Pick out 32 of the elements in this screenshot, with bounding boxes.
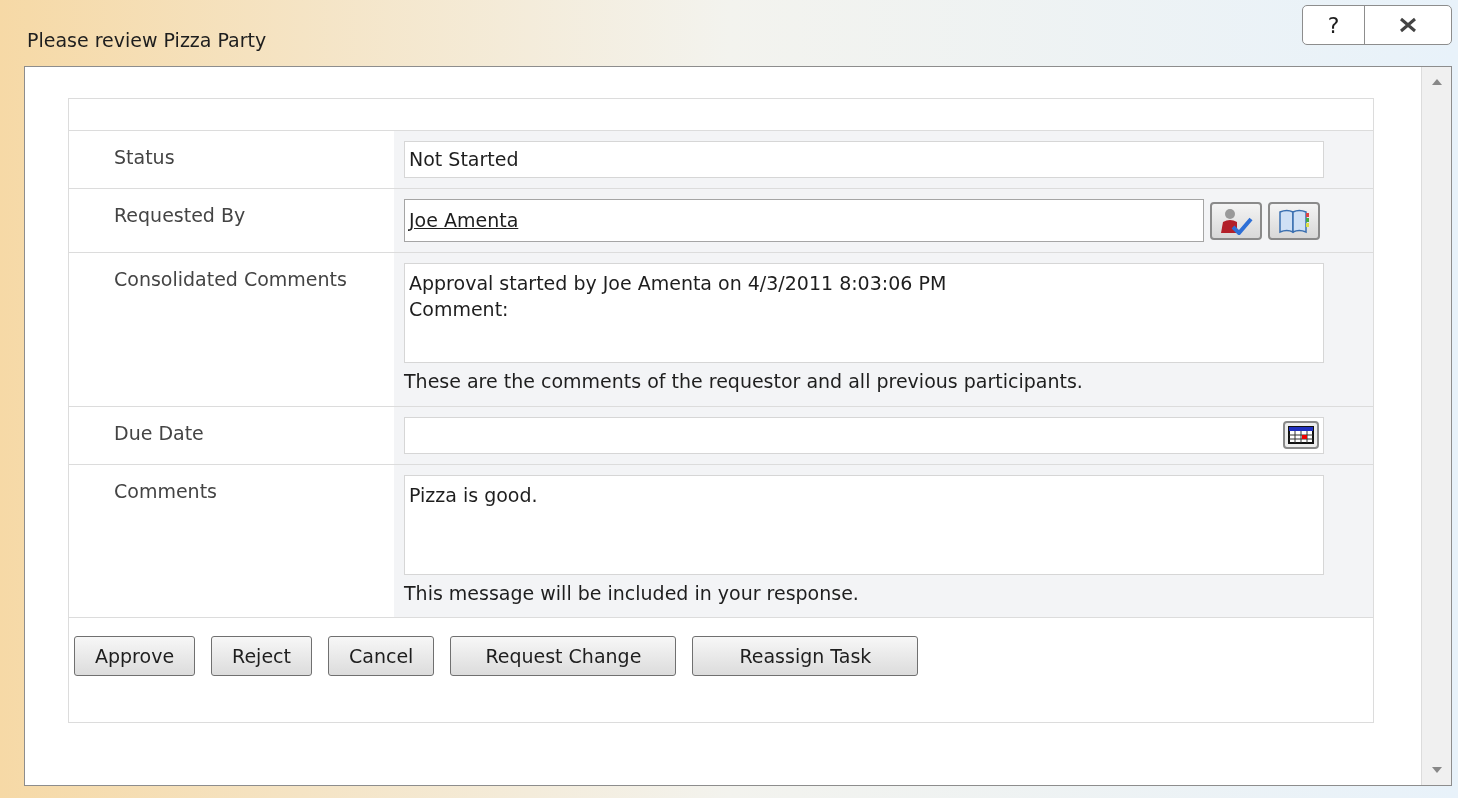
comments-textarea[interactable]: Approval started by Joe Amenta on 4/3/2011 8:03:06 PM Comment: xyxy=(404,263,1324,363)
field-label: Due Date xyxy=(114,421,204,444)
comments-textarea[interactable]: Pizza is good. xyxy=(404,474,1324,575)
status-field[interactable]: Not Started xyxy=(404,141,1324,178)
scrollbar[interactable] xyxy=(1421,67,1451,785)
scroll-down-icon xyxy=(1431,767,1442,773)
check-names-button[interactable] xyxy=(1210,201,1262,240)
scroll-up-icon xyxy=(1431,79,1442,85)
field-hint: This message will be included in your response. xyxy=(404,580,860,606)
action-button[interactable]: Cancel xyxy=(328,636,435,676)
field-label: Consolidated Comments xyxy=(114,268,347,290)
comment-line: Comment: xyxy=(409,297,510,322)
address-book-icon xyxy=(1278,207,1310,234)
field-label: Requested By xyxy=(114,204,246,226)
person-link[interactable]: Joe Amenta xyxy=(409,206,519,235)
date-picker-button[interactable] xyxy=(1283,421,1319,449)
field-hint: These are the comments of the requestor and all previous participants. xyxy=(404,369,1084,394)
calendar-icon xyxy=(1288,426,1314,444)
action-button[interactable]: Reassign Task xyxy=(692,636,919,676)
comment-line: Pizza is good. xyxy=(409,482,539,508)
close-icon xyxy=(1397,17,1419,33)
action-button[interactable]: Approve xyxy=(74,636,196,676)
field-label: Comments xyxy=(114,479,217,502)
action-button[interactable]: Request Change xyxy=(450,636,677,676)
window-title: Please review Pizza Party xyxy=(27,28,267,53)
action-button[interactable]: Reject xyxy=(211,636,312,676)
date-field[interactable] xyxy=(404,416,1324,454)
comment-line: Approval started by Joe Amenta on 4/3/2011 8:03:06 PM xyxy=(409,271,948,296)
person-check-icon xyxy=(1219,206,1253,235)
field-label: Status xyxy=(114,146,175,168)
people-picker-field[interactable]: Joe Amenta xyxy=(404,199,1204,242)
browse-button[interactable] xyxy=(1268,201,1320,240)
